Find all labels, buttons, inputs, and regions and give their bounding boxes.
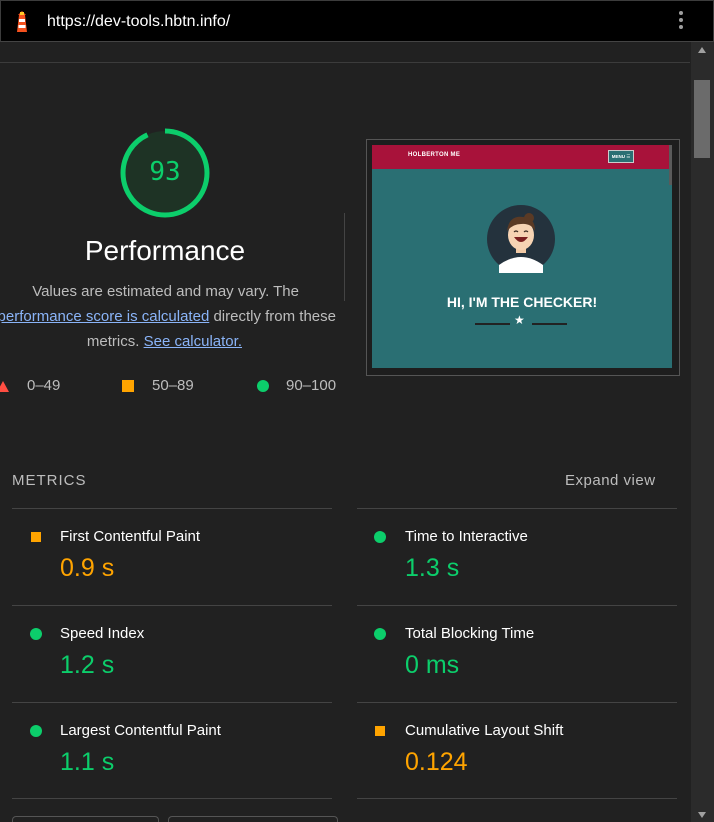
divider (12, 702, 332, 703)
divider (357, 798, 677, 799)
metric-label: Time to Interactive (405, 528, 528, 545)
url-text[interactable]: https://dev-tools.hbtn.info/ (47, 13, 230, 31)
divider (357, 702, 677, 703)
divider (532, 323, 567, 325)
desc-line-1: Values are estimated and may vary. The (32, 283, 299, 300)
circle-icon (374, 628, 386, 640)
metric-label: Speed Index (60, 625, 145, 642)
star-icon: ★ (514, 313, 525, 327)
screenshot-navbar: HOLBERTON ME MENU ☰ (372, 145, 672, 169)
kebab-menu-icon[interactable] (673, 11, 689, 33)
metric-value: 1.1 s (60, 748, 115, 776)
expand-view-toggle[interactable]: Expand view (565, 472, 656, 489)
divider (12, 605, 332, 606)
vertical-divider (344, 213, 345, 301)
divider (12, 798, 332, 799)
square-icon (31, 532, 41, 542)
screenshot-menu-button: MENU ☰ (608, 150, 634, 163)
circle-icon (257, 380, 269, 392)
circle-icon (30, 628, 42, 640)
address-bar: https://dev-tools.hbtn.info/ (0, 0, 714, 42)
screenshot-scrollbar (669, 145, 672, 185)
metric-label: Largest Contentful Paint (60, 722, 221, 739)
metric-value: 0 ms (405, 651, 460, 679)
legend-pass-label: 90–100 (286, 377, 337, 394)
performance-title: Performance (84, 235, 246, 266)
see-calculator-link[interactable]: See calculator. (144, 333, 242, 350)
metric-value: 1.3 s (405, 554, 460, 582)
screenshot-brand: HOLBERTON ME (408, 152, 461, 158)
divider (0, 62, 690, 63)
metric-label: Cumulative Layout Shift (405, 722, 564, 739)
square-icon (375, 726, 385, 736)
divider (475, 323, 510, 325)
avatar (487, 205, 555, 273)
legend-average-label: 50–89 (152, 377, 194, 394)
metrics-heading: METRICS (12, 472, 87, 489)
desc-line-3: metrics. (86, 333, 140, 350)
final-screenshot[interactable]: HOLBERTON ME MENU ☰ HI, I'M THE CHECKER!… (366, 139, 680, 376)
divider (12, 508, 332, 509)
performance-score: 93 (149, 157, 181, 187)
metric-value: 1.2 s (60, 651, 115, 679)
square-icon (122, 380, 134, 392)
desc-line-2: directly from these (209, 308, 336, 325)
metric-value: 0.124 (405, 748, 468, 776)
divider (357, 605, 677, 606)
audit-filter-button[interactable] (12, 816, 159, 822)
score-calculated-link[interactable]: performance score is calculated (0, 308, 209, 325)
circle-icon (30, 725, 42, 737)
circle-icon (374, 531, 386, 543)
vertical-scrollbar[interactable] (691, 42, 714, 822)
audit-filter-button[interactable] (168, 816, 338, 822)
screenshot-heading: HI, I'M THE CHECKER! (446, 294, 598, 310)
scroll-down-arrow-icon[interactable] (698, 812, 706, 818)
triangle-icon (0, 381, 9, 392)
metric-value: 0.9 s (60, 554, 115, 582)
legend-fail-label: 0–49 (27, 377, 61, 394)
scrollbar-thumb[interactable] (694, 80, 710, 158)
lighthouse-icon[interactable] (12, 10, 32, 34)
scroll-up-arrow-icon[interactable] (698, 47, 706, 53)
metric-label: First Contentful Paint (60, 528, 201, 545)
divider (357, 508, 677, 509)
screenshot-page: HOLBERTON ME MENU ☰ HI, I'M THE CHECKER!… (372, 145, 672, 368)
metric-label: Total Blocking Time (405, 625, 535, 642)
